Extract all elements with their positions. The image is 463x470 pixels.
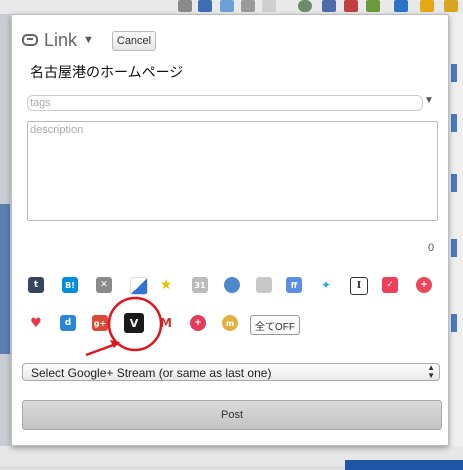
instapaper-icon[interactable]: I bbox=[350, 277, 368, 295]
page-title[interactable]: 名古屋港のホームページ bbox=[30, 62, 183, 82]
cancel-button[interactable]: Cancel bbox=[112, 31, 156, 51]
extension-icon[interactable] bbox=[394, 0, 408, 12]
annotation-arrow bbox=[85, 342, 117, 357]
extension-icon[interactable] bbox=[298, 0, 312, 12]
stream-select-label: Select Google+ Stream (or same as last o… bbox=[31, 366, 272, 380]
extension-icon[interactable] bbox=[220, 0, 234, 12]
extension-icon[interactable] bbox=[420, 0, 434, 12]
extension-icon[interactable] bbox=[178, 0, 192, 12]
all-off-button[interactable]: 全てOFF bbox=[250, 315, 300, 335]
background-page-bottom bbox=[0, 446, 463, 470]
post-button[interactable]: Post bbox=[22, 400, 442, 430]
pocket-icon[interactable]: ✓ bbox=[382, 277, 398, 293]
annotation-overlay bbox=[85, 296, 163, 357]
tags-input[interactable]: tags bbox=[27, 95, 423, 111]
chevron-down-icon: ▼ bbox=[83, 34, 94, 46]
extension-icon[interactable] bbox=[241, 0, 255, 12]
star-bookmark-icon[interactable] bbox=[262, 0, 276, 12]
friendfeed-icon[interactable]: ff bbox=[286, 277, 302, 293]
background-page-left bbox=[0, 14, 10, 466]
link-icon bbox=[22, 34, 38, 46]
select-arrows-icon: ▲ ▼ bbox=[427, 363, 435, 380]
extension-icon[interactable] bbox=[198, 0, 212, 12]
plus-cross-icon[interactable]: + bbox=[190, 315, 206, 331]
post-type-selector[interactable]: Link ▼ bbox=[22, 29, 94, 51]
post-type-label: Link bbox=[44, 29, 78, 50]
google-stream-select[interactable]: Select Google+ Stream (or same as last o… bbox=[22, 363, 440, 381]
share-popup: Link ▼ Cancel 名古屋港のホームページ tags ▼ descrip… bbox=[11, 14, 449, 446]
twitter-icon[interactable]: ✦ bbox=[318, 277, 334, 293]
m-service-icon[interactable]: m bbox=[222, 315, 238, 331]
extension-icon[interactable] bbox=[444, 0, 458, 12]
chrome-icon[interactable] bbox=[224, 277, 240, 293]
extension-icon[interactable] bbox=[344, 0, 358, 12]
add-service-icon[interactable]: + bbox=[416, 277, 432, 293]
location-pin-icon[interactable]: ♥ bbox=[28, 315, 44, 331]
tumblr-icon[interactable]: t bbox=[28, 277, 44, 293]
browser-toolbar bbox=[0, 0, 463, 14]
calendar-31-icon[interactable]: 31 bbox=[192, 277, 208, 293]
extension-icon[interactable] bbox=[322, 0, 336, 12]
char-counter: 0 bbox=[428, 242, 435, 254]
description-textarea[interactable]: description bbox=[27, 121, 438, 221]
evernote-icon[interactable] bbox=[256, 277, 272, 293]
tags-dropdown-icon[interactable]: ▼ bbox=[424, 95, 434, 106]
extension-icon[interactable] bbox=[366, 0, 380, 12]
